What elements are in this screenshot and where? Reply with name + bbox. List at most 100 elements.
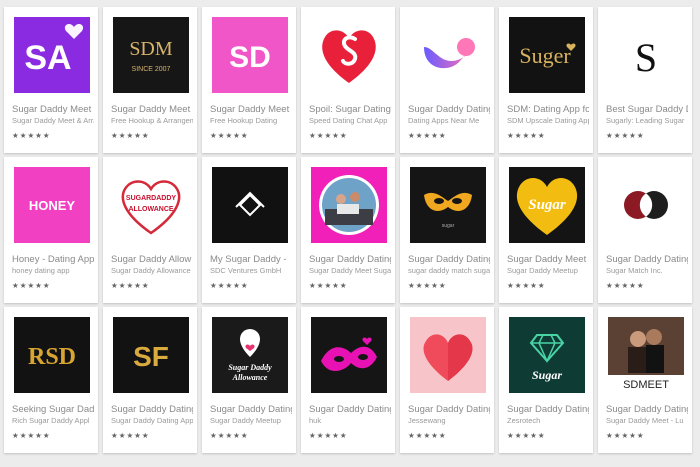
app-title[interactable]: Sugar Daddy Dating <box>408 404 490 415</box>
rating-stars: ★★★★★ <box>12 131 51 140</box>
app-card[interactable]: Sugar Daddy Dating Sugar Daddy Meet Suga… <box>301 157 395 303</box>
rating-stars: ★★★★★ <box>309 431 348 440</box>
app-title[interactable]: Sugar Daddy Dating <box>309 254 391 265</box>
diamond-icon: Sugar <box>509 317 585 393</box>
heart-s-icon <box>311 17 387 93</box>
app-developer[interactable]: huk <box>309 416 391 425</box>
app-developer[interactable]: Sugar Daddy Meet & Arrangement <box>12 116 94 125</box>
sdm-logo-icon: SDM SINCE 2007 <box>113 17 189 93</box>
rating-stars: ★★★★★ <box>507 431 546 440</box>
icon-text: SF <box>133 341 169 372</box>
rating-stars: ★★★★★ <box>12 281 51 290</box>
app-title[interactable]: Sugar Daddy Dating <box>606 254 688 265</box>
app-developer[interactable]: Zesrotech <box>507 416 589 425</box>
rating-stars: ★★★★★ <box>408 281 447 290</box>
app-card[interactable]: SF Sugar Daddy Dating Sugar Daddy Dating… <box>103 307 197 453</box>
app-card[interactable]: Spoil: Sugar Dating Speed Dating Chat Ap… <box>301 7 395 153</box>
sdmeet-photo-icon: SDMEET <box>608 317 684 393</box>
rsd-logo-icon: RSD <box>14 317 90 393</box>
rating-stars: ★★★★★ <box>309 281 348 290</box>
app-title[interactable]: Honey - Dating App <box>12 254 94 265</box>
ribbon-heart-icon <box>410 17 486 93</box>
app-card[interactable]: My Sugar Daddy - SDC Ventures GmbH ★★★★★ <box>202 157 296 303</box>
app-developer[interactable]: Sugar Daddy Allowance <box>111 266 193 275</box>
rating-stars: ★★★★★ <box>210 281 249 290</box>
app-title[interactable]: Sugar Daddy Dating <box>606 404 688 415</box>
icon-subtext: SINCE 2007 <box>132 66 171 73</box>
app-card[interactable]: SUGARDADDY ALLOWANCE Sugar Daddy Allow S… <box>103 157 197 303</box>
app-card[interactable]: SA Sugar Daddy Meet Sugar Daddy Meet & A… <box>4 7 98 153</box>
overlap-circles-icon <box>608 167 684 243</box>
app-card[interactable]: Sugar Sugar Daddy Dating Zesrotech ★★★★★ <box>499 307 593 453</box>
app-title[interactable]: Sugar Daddy Dating <box>408 104 490 115</box>
icon-text: SA <box>24 39 71 77</box>
app-developer[interactable]: Sugar Daddy Meet Sugar <box>309 266 391 275</box>
app-title[interactable]: Sugar Daddy Meet <box>12 104 94 115</box>
suger-logo-icon: Suger <box>509 17 585 93</box>
icon-text: Suger <box>519 43 571 68</box>
app-title[interactable]: Sugar Daddy Dating <box>507 404 589 415</box>
diamond-outline-icon <box>212 167 288 243</box>
app-developer[interactable]: Free Hookup & Arrangement <box>111 116 193 125</box>
app-title[interactable]: SDM: Dating App for <box>507 104 589 115</box>
app-developer[interactable]: SDM Upscale Dating App <box>507 116 589 125</box>
rating-stars: ★★★★★ <box>210 431 249 440</box>
app-card[interactable]: Sugar Sugar Daddy Meet Sugar Daddy Meetu… <box>499 157 593 303</box>
icon-text: Sugar Daddy <box>228 363 272 372</box>
rating-stars: ★★★★★ <box>12 431 51 440</box>
app-title[interactable]: Sugar Daddy Meet <box>210 104 292 115</box>
app-card[interactable]: SDM SINCE 2007 Sugar Daddy Meet Free Hoo… <box>103 7 197 153</box>
app-title[interactable]: Sugar Daddy Dating <box>111 404 193 415</box>
app-developer[interactable]: sugar daddy match sugar <box>408 266 490 275</box>
gold-heart-icon: Sugar <box>509 167 585 243</box>
app-developer[interactable]: Sugar Daddy Meetup <box>210 416 292 425</box>
app-developer[interactable]: Sugar Daddy Meetup <box>507 266 589 275</box>
app-title[interactable]: Sugar Daddy Meet <box>111 104 193 115</box>
app-card[interactable]: HONEY Honey - Dating App honey dating ap… <box>4 157 98 303</box>
app-title[interactable]: Best Sugar Daddy D <box>606 104 688 115</box>
app-title[interactable]: My Sugar Daddy - <box>210 254 292 265</box>
app-card[interactable]: Sugar Daddy Allowance Sugar Daddy Dating… <box>202 307 296 453</box>
icon-subtext: Allowance <box>232 373 268 382</box>
app-developer[interactable]: Jessewang <box>408 416 490 425</box>
app-developer[interactable]: Sugarly: Leading Sugar <box>606 116 688 125</box>
app-card[interactable]: Sugar Daddy Dating Jessewang ★★★★★ <box>400 307 494 453</box>
rating-stars: ★★★★★ <box>111 431 150 440</box>
app-card[interactable]: RSD Seeking Sugar Dad Rich Sugar Daddy A… <box>4 307 98 453</box>
s-letter-icon: S <box>608 17 684 93</box>
app-card[interactable]: SDMEET Sugar Daddy Dating Sugar Daddy Me… <box>598 307 692 453</box>
app-card[interactable]: Suger SDM: Dating App for SDM Upscale Da… <box>499 7 593 153</box>
app-developer[interactable]: Rich Sugar Daddy Appl <box>12 416 94 425</box>
icon-text: HONEY <box>29 198 76 213</box>
icon-text: SUGARDADDY <box>126 195 177 202</box>
app-title[interactable]: Sugar Daddy Allow <box>111 254 193 265</box>
icon-text: Sugar <box>532 368 562 382</box>
app-developer[interactable]: SDC Ventures GmbH <box>210 266 292 275</box>
app-title[interactable]: Sugar Daddy Dating <box>408 254 490 265</box>
rating-stars: ★★★★★ <box>309 131 348 140</box>
app-developer[interactable]: Speed Dating Chat App <box>309 116 391 125</box>
rating-stars: ★★★★★ <box>111 131 150 140</box>
icon-text: Sugar <box>528 197 566 213</box>
app-title[interactable]: Spoil: Sugar Dating <box>309 104 391 115</box>
app-card[interactable]: SD Sugar Daddy Meet Free Hookup Dating ★… <box>202 7 296 153</box>
app-title[interactable]: Sugar Daddy Meet <box>507 254 589 265</box>
app-card[interactable]: Sugar Daddy Dating huk ★★★★★ <box>301 307 395 453</box>
app-developer[interactable]: Sugar Match Inc. <box>606 266 688 275</box>
app-developer[interactable]: Sugar Daddy Dating App <box>111 416 193 425</box>
app-title[interactable]: Sugar Daddy Dating <box>210 404 292 415</box>
app-title[interactable]: Seeking Sugar Dad <box>12 404 94 415</box>
sf-logo-icon: SF <box>113 317 189 393</box>
app-developer[interactable]: honey dating app <box>12 266 94 275</box>
app-developer[interactable]: Sugar Daddy Meet - Lu <box>606 416 688 425</box>
app-title[interactable]: Sugar Daddy Dating <box>309 404 391 415</box>
app-card[interactable]: S Best Sugar Daddy D Sugarly: Leading Su… <box>598 7 692 153</box>
sd-logo-icon: SD <box>212 17 288 93</box>
app-card[interactable]: Sugar Daddy Dating Sugar Match Inc. ★★★★… <box>598 157 692 303</box>
rating-stars: ★★★★★ <box>606 281 645 290</box>
app-card[interactable]: sugar Sugar Daddy Dating sugar daddy mat… <box>400 157 494 303</box>
app-developer[interactable]: Dating Apps Near Me <box>408 116 490 125</box>
app-card[interactable]: Sugar Daddy Dating Dating Apps Near Me ★… <box>400 7 494 153</box>
rating-stars: ★★★★★ <box>408 431 447 440</box>
app-developer[interactable]: Free Hookup Dating <box>210 116 292 125</box>
